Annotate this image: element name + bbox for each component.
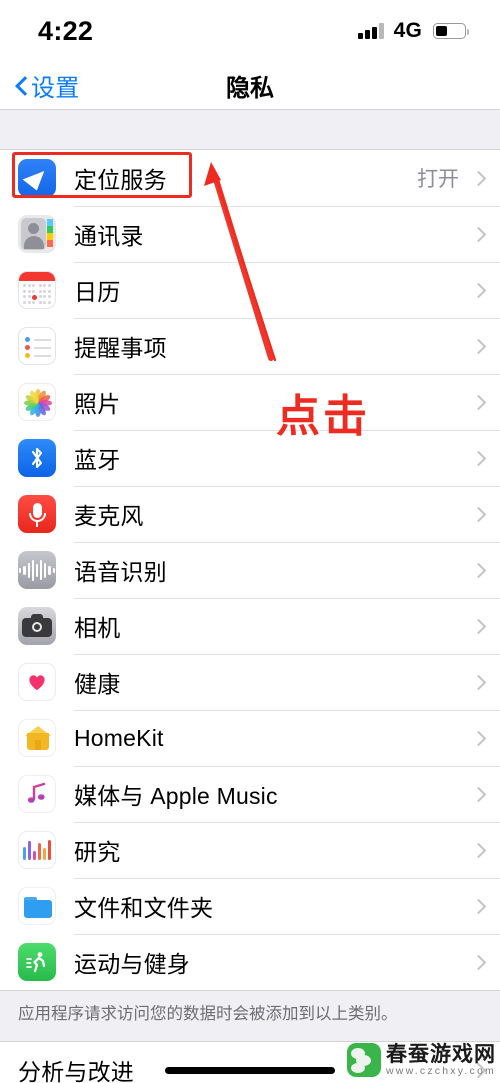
health-icon — [18, 663, 56, 701]
list-item-camera[interactable]: 相机 — [0, 598, 500, 654]
list-item-media-apple-music[interactable]: 媒体与 Apple Music — [0, 766, 500, 822]
list-item-label: 相机 — [74, 615, 121, 641]
list-item-files-and-folders[interactable]: 文件和文件夹 — [0, 878, 500, 934]
chevron-left-icon — [14, 78, 29, 93]
list-item-label: 媒体与 Apple Music — [74, 783, 278, 809]
chevron-right-icon — [473, 845, 484, 856]
chevron-right-icon — [473, 621, 484, 632]
list-item-label: 研究 — [74, 839, 121, 865]
list-item-analytics-improvements[interactable]: 分析与改进 — [0, 1042, 500, 1083]
list-item-label: 照片 — [74, 391, 121, 417]
apple-music-icon — [18, 775, 56, 813]
network-type-label: 4G — [393, 19, 422, 42]
list-item-label: 麦克风 — [74, 503, 144, 529]
chevron-right-icon — [473, 677, 484, 688]
research-icon — [18, 831, 56, 869]
back-button[interactable]: 设置 — [0, 68, 79, 103]
list-item-label: 通讯录 — [74, 223, 144, 249]
list-item-label: 运动与健身 — [74, 951, 190, 977]
list-item-photos[interactable]: 照片 — [0, 374, 500, 430]
chevron-right-icon — [473, 1065, 484, 1076]
bluetooth-icon — [18, 439, 56, 477]
list-item-motion-fitness[interactable]: 运动与健身 — [0, 934, 500, 990]
chevron-right-icon — [473, 509, 484, 520]
list-item-speech-recognition[interactable]: 语音识别 — [0, 542, 500, 598]
privacy-footnote: 应用程序请求访问您的数据时会被添加到以上类别。 — [0, 991, 500, 1042]
photos-icon — [18, 383, 56, 421]
contacts-icon — [18, 215, 56, 253]
homekit-icon — [18, 719, 56, 757]
chevron-right-icon — [473, 957, 484, 968]
signal-bars-icon — [358, 23, 384, 39]
chevron-right-icon — [473, 397, 484, 408]
motion-fitness-icon — [18, 943, 56, 981]
list-item-reminders[interactable]: 提醒事项 — [0, 318, 500, 374]
speech-recognition-icon — [18, 551, 56, 589]
phone-screen: 4:22 4G 设置 隐私 定位服务 打开 通讯录 日历 提醒事项 照片 蓝牙 … — [0, 0, 500, 1083]
chevron-right-icon — [473, 453, 484, 464]
list-item-label: 定位服务 — [74, 167, 167, 193]
chevron-right-icon — [473, 789, 484, 800]
chevron-right-icon — [473, 733, 484, 744]
list-item-label: 蓝牙 — [74, 447, 121, 473]
list-item-label: 健康 — [74, 671, 121, 697]
camera-icon — [18, 607, 56, 645]
list-item-label: 文件和文件夹 — [74, 895, 214, 921]
list-item-location-services[interactable]: 定位服务 打开 — [0, 150, 500, 206]
chevron-right-icon — [473, 173, 484, 184]
list-item-label: 提醒事项 — [74, 335, 167, 361]
files-folders-icon — [18, 887, 56, 925]
settings-scroll-area[interactable]: 定位服务 打开 通讯录 日历 提醒事项 照片 蓝牙 麦克风 语音识别 相机 健康… — [0, 110, 500, 1083]
location-services-icon — [18, 159, 56, 197]
chevron-right-icon — [473, 285, 484, 296]
status-indicators: 4G — [358, 19, 470, 43]
chevron-right-icon — [473, 901, 484, 912]
navigation-bar: 设置 隐私 — [0, 62, 500, 110]
list-item-label: 语音识别 — [74, 559, 167, 585]
list-item-calendar[interactable]: 日历 — [0, 262, 500, 318]
reminders-icon — [18, 327, 56, 365]
list-item-research[interactable]: 研究 — [0, 822, 500, 878]
calendar-icon — [18, 271, 56, 309]
list-item-label: 日历 — [74, 279, 121, 305]
list-item-label: HomeKit — [74, 724, 164, 751]
chevron-right-icon — [473, 229, 484, 240]
back-button-label: 设置 — [31, 75, 80, 102]
chevron-right-icon — [473, 341, 484, 352]
home-indicator — [165, 1067, 335, 1074]
status-bar: 4:22 4G — [0, 0, 500, 62]
list-item-microphone[interactable]: 麦克风 — [0, 486, 500, 542]
list-item-health[interactable]: 健康 — [0, 654, 500, 710]
battery-icon — [433, 23, 470, 39]
list-item-contacts[interactable]: 通讯录 — [0, 206, 500, 262]
list-item-homekit[interactable]: HomeKit — [0, 710, 500, 766]
list-item-value: 打开 — [417, 168, 459, 191]
privacy-list-group: 定位服务 打开 通讯录 日历 提醒事项 照片 蓝牙 麦克风 语音识别 相机 健康… — [0, 149, 500, 991]
section-gap-top — [0, 110, 500, 149]
microphone-icon — [18, 495, 56, 533]
chevron-right-icon — [473, 565, 484, 576]
list-item-bluetooth[interactable]: 蓝牙 — [0, 430, 500, 486]
status-clock: 4:22 — [38, 15, 94, 46]
bottom-list-group: 分析与改进 广告 — [0, 1041, 500, 1083]
